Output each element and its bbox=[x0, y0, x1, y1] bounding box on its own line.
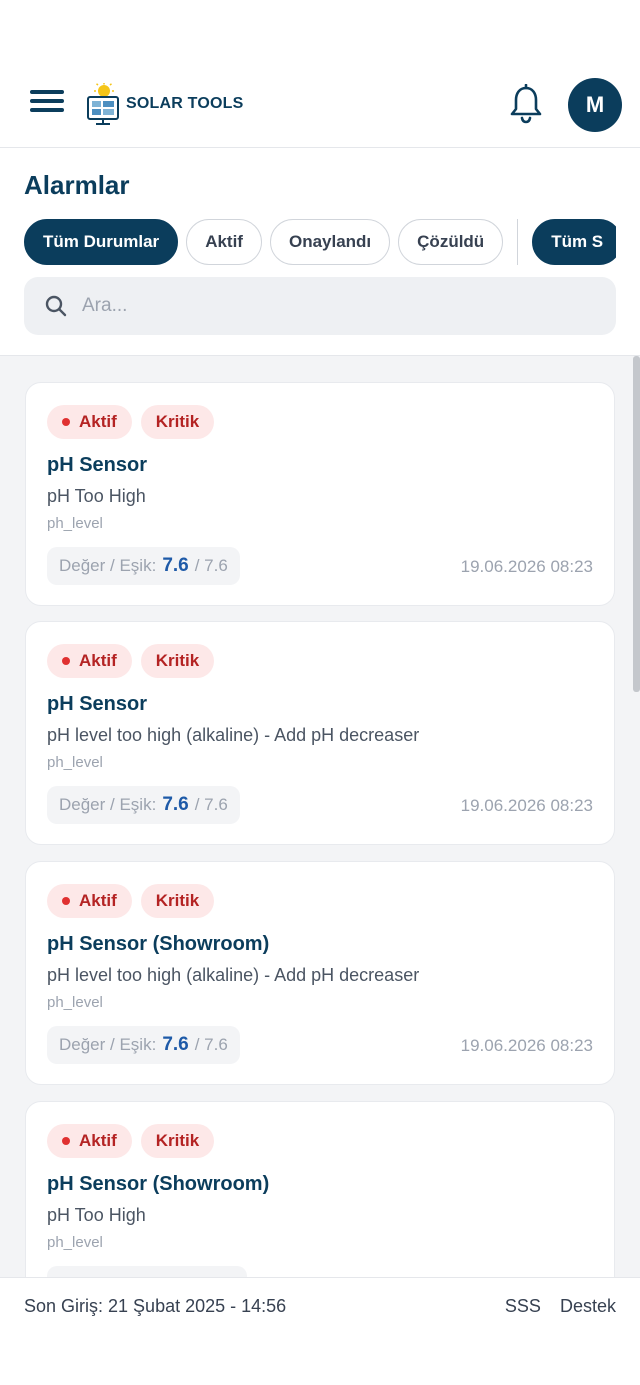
value-threshold-box: Değer / Eşik: 7.6 / 7.6 bbox=[47, 547, 240, 585]
footer: Son Giriş: 21 Şubat 2025 - 14:56 SSS Des… bbox=[0, 1277, 640, 1385]
search-bar bbox=[24, 277, 616, 335]
metric-key: ph_level bbox=[47, 1234, 103, 1251]
current-value: 7.6 bbox=[162, 1034, 189, 1055]
status-dot-icon bbox=[62, 1137, 70, 1145]
current-value: 7.6 bbox=[162, 555, 189, 576]
top-app-bar: SOLAR TOOLS M bbox=[0, 60, 640, 148]
value-threshold-box bbox=[47, 1266, 247, 1277]
status-label: Aktif bbox=[79, 651, 117, 670]
current-value: 7.6 bbox=[162, 794, 189, 815]
alarm-message: pH Too High bbox=[47, 486, 146, 506]
filter-divider bbox=[517, 219, 519, 265]
metric-key: ph_level bbox=[47, 994, 103, 1011]
severity-badge: Kritik bbox=[140, 884, 215, 918]
device-name: pH Sensor (Showroom) bbox=[47, 933, 270, 955]
value-threshold-box: Değer / Eşik: 7.6 / 7.6 bbox=[47, 1026, 240, 1064]
value-threshold-label: Değer / Eşik: bbox=[59, 556, 157, 575]
support-link[interactable]: Destek bbox=[560, 1296, 616, 1316]
filter-all-statuses[interactable]: Tüm Durumlar bbox=[24, 219, 179, 265]
search-icon bbox=[45, 295, 67, 317]
threshold-value: / 7.6 bbox=[194, 556, 228, 575]
footer-links: SSS Destek bbox=[491, 1296, 616, 1317]
filter-all-severities[interactable]: Tüm S bbox=[532, 219, 616, 265]
metric-key: ph_level bbox=[47, 754, 103, 771]
alarm-card[interactable]: Aktif Kritik pH Sensor pH level too high… bbox=[25, 621, 615, 845]
status-label: Aktif bbox=[79, 1131, 117, 1150]
hamburger-menu-icon[interactable] bbox=[30, 90, 64, 116]
alarm-card[interactable]: Aktif Kritik pH Sensor (Showroom) pH lev… bbox=[25, 861, 615, 1085]
status-badge: Aktif bbox=[47, 1124, 132, 1158]
alarm-list[interactable]: Aktif Kritik pH Sensor pH Too High ph_le… bbox=[0, 355, 640, 1277]
last-login-text: Son Giriş: 21 Şubat 2025 - 14:56 bbox=[24, 1296, 287, 1316]
device-name: pH Sensor bbox=[47, 454, 148, 476]
severity-badge: Kritik bbox=[140, 1124, 215, 1158]
status-badge: Aktif bbox=[47, 644, 132, 678]
filter-resolved[interactable]: Çözüldü bbox=[398, 219, 504, 265]
status-dot-icon bbox=[62, 418, 70, 426]
filter-chip-row: Tüm Durumlar Aktif Onaylandı Çözüldü Tüm S bbox=[24, 219, 616, 267]
device-name: pH Sensor bbox=[47, 693, 148, 715]
scrollbar-thumb[interactable] bbox=[633, 356, 640, 692]
status-label: Aktif bbox=[79, 412, 117, 431]
status-label: Aktif bbox=[79, 891, 117, 910]
faq-link[interactable]: SSS bbox=[505, 1296, 541, 1316]
user-avatar[interactable]: M bbox=[568, 78, 622, 132]
solar-panel-logo-icon bbox=[87, 83, 119, 125]
filter-acknowledged[interactable]: Onaylandı bbox=[269, 219, 391, 265]
alarm-card[interactable]: Aktif Kritik pH Sensor pH Too High ph_le… bbox=[25, 382, 615, 606]
status-badge: Aktif bbox=[47, 405, 132, 439]
page-title: Alarmlar bbox=[24, 170, 130, 200]
severity-badge: Kritik bbox=[140, 405, 215, 439]
device-name: pH Sensor (Showroom) bbox=[47, 1173, 270, 1195]
alarm-card[interactable]: Aktif Kritik pH Sensor (Showroom) pH Too… bbox=[25, 1101, 615, 1277]
notification-bell-icon[interactable] bbox=[508, 84, 544, 124]
alarm-message: pH Too High bbox=[47, 1205, 146, 1225]
status-dot-icon bbox=[62, 657, 70, 665]
threshold-value: / 7.6 bbox=[194, 795, 228, 814]
search-input[interactable] bbox=[82, 295, 562, 317]
alarm-timestamp: 19.06.2026 08:23 bbox=[460, 1036, 593, 1055]
severity-badge: Kritik bbox=[140, 644, 215, 678]
alarm-message: pH level too high (alkaline) - Add pH de… bbox=[47, 965, 420, 985]
value-threshold-label: Değer / Eşik: bbox=[59, 795, 157, 814]
alarm-timestamp: 19.06.2026 08:23 bbox=[460, 557, 593, 576]
brand-name: SOLAR TOOLS bbox=[126, 95, 244, 112]
status-dot-icon bbox=[62, 897, 70, 905]
filter-active[interactable]: Aktif bbox=[186, 219, 262, 265]
threshold-value: / 7.6 bbox=[194, 1035, 228, 1054]
alarm-message: pH level too high (alkaline) - Add pH de… bbox=[47, 725, 420, 745]
app-logo[interactable]: SOLAR TOOLS bbox=[86, 82, 243, 126]
status-badge: Aktif bbox=[47, 884, 132, 918]
value-threshold-box: Değer / Eşik: 7.6 / 7.6 bbox=[47, 786, 240, 824]
alarm-timestamp: 19.06.2026 08:23 bbox=[460, 796, 593, 815]
metric-key: ph_level bbox=[47, 515, 103, 532]
value-threshold-label: Değer / Eşik: bbox=[59, 1035, 157, 1054]
